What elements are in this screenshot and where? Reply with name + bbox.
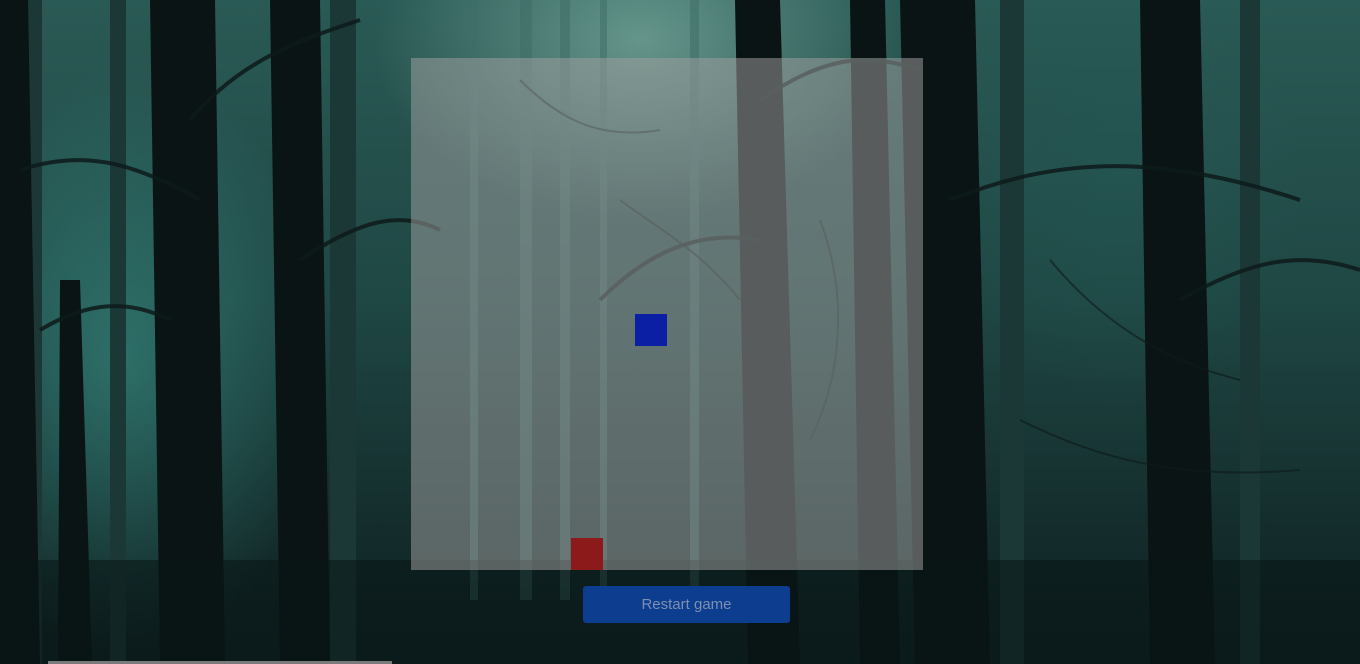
player-block bbox=[635, 314, 667, 346]
game-board[interactable] bbox=[411, 58, 923, 570]
target-block bbox=[571, 538, 603, 570]
restart-game-button[interactable]: Restart game bbox=[583, 586, 790, 623]
